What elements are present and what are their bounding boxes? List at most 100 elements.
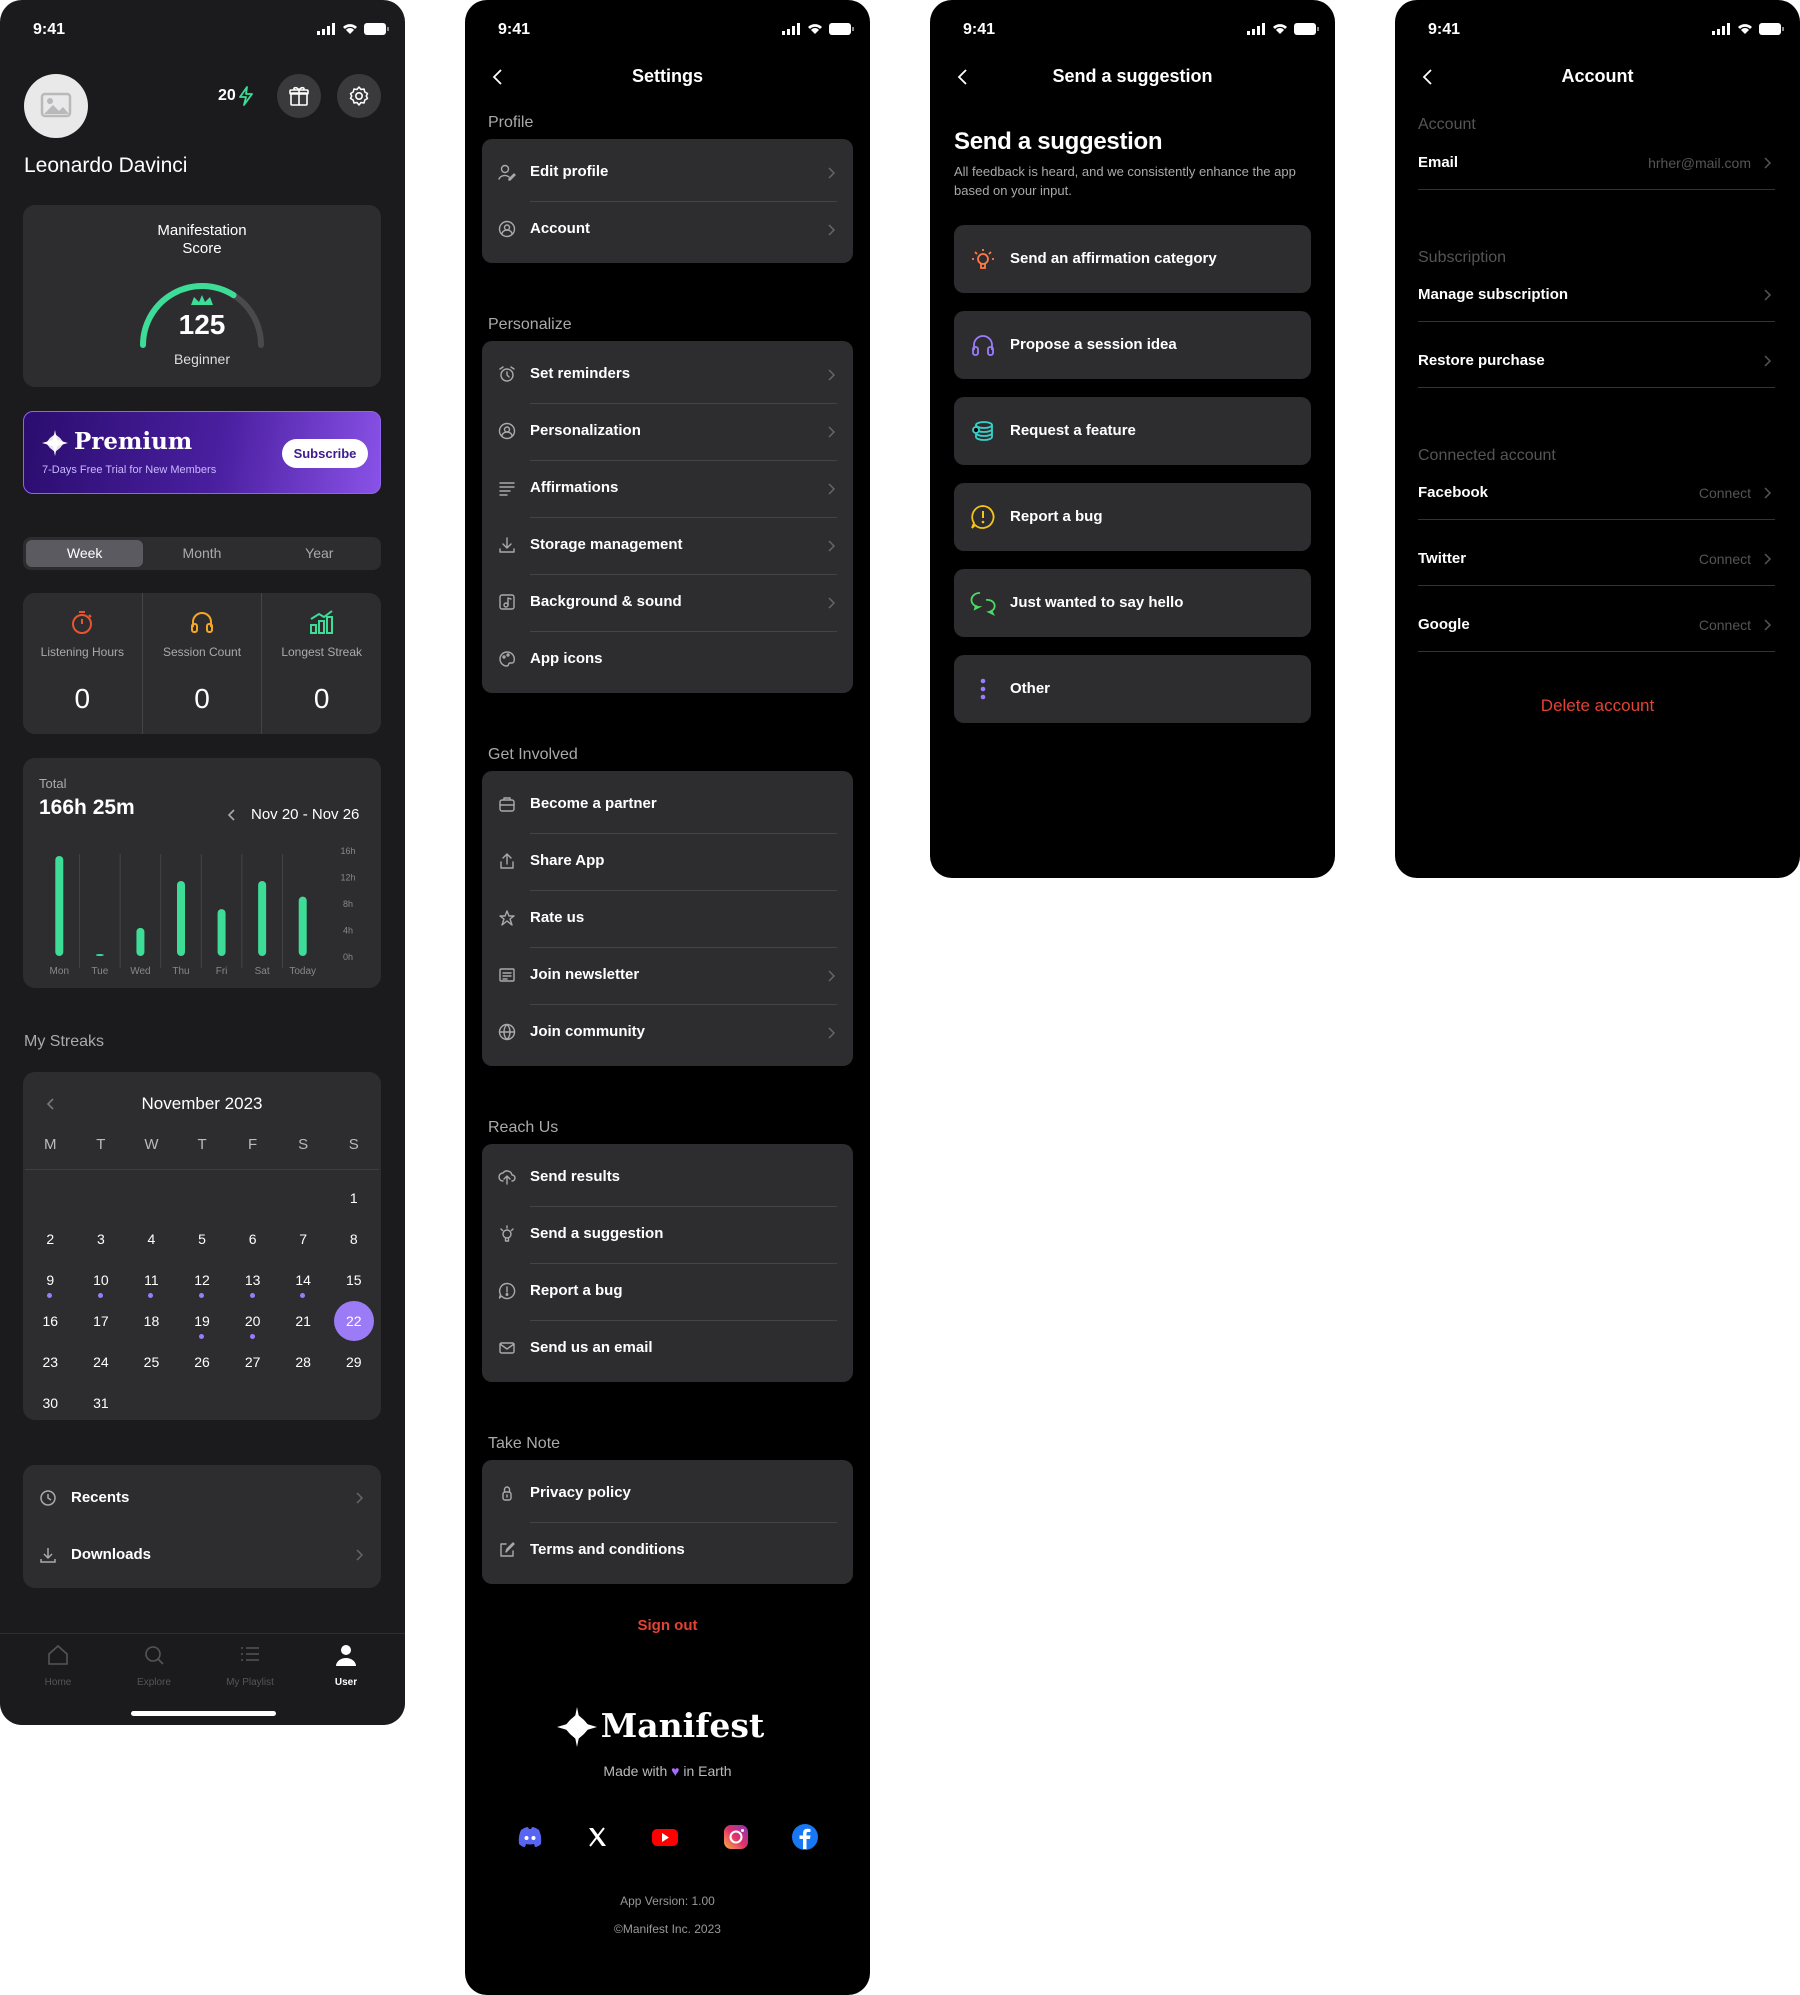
settings-row-become-a-partner[interactable]: Become a partner bbox=[482, 776, 853, 833]
settings-row-send-a-suggestion[interactable]: Send a suggestion bbox=[482, 1206, 853, 1263]
twitter-row[interactable]: Twitter Connect bbox=[1418, 536, 1775, 586]
settings-row-join-newsletter[interactable]: Join newsletter bbox=[482, 947, 853, 1004]
calendar-day[interactable]: 1 bbox=[328, 1178, 379, 1219]
restore-purchase-row[interactable]: Restore purchase bbox=[1418, 338, 1775, 388]
downloads-row[interactable]: Downloads bbox=[23, 1527, 381, 1584]
period-week-tab[interactable]: Week bbox=[26, 540, 144, 567]
manage-subscription-row[interactable]: Manage subscription bbox=[1418, 272, 1775, 322]
delete-account-button[interactable]: Delete account bbox=[1395, 696, 1800, 716]
row-label: Send us an email bbox=[530, 1339, 653, 1356]
tab-user[interactable]: User bbox=[308, 1642, 384, 1688]
settings-row-set-reminders[interactable]: Set reminders bbox=[482, 346, 853, 403]
google-row[interactable]: Google Connect bbox=[1418, 602, 1775, 652]
calendar-day[interactable]: 26 bbox=[177, 1342, 228, 1383]
calendar-day[interactable]: 24 bbox=[76, 1342, 127, 1383]
calendar-day[interactable]: 6 bbox=[227, 1219, 278, 1260]
settings-row-terms-and-conditions[interactable]: Terms and conditions bbox=[482, 1522, 853, 1579]
youtube-icon[interactable] bbox=[650, 1822, 680, 1852]
status-bar: 9:41 bbox=[1395, 0, 1800, 56]
calendar-day[interactable]: 21 bbox=[278, 1301, 329, 1342]
calendar-day[interactable]: 28 bbox=[278, 1342, 329, 1383]
chevron-right-icon bbox=[1764, 355, 1772, 367]
calendar-day[interactable]: 17 bbox=[76, 1301, 127, 1342]
settings-row-affirmations[interactable]: Affirmations bbox=[482, 460, 853, 517]
calendar-day[interactable]: 13 bbox=[227, 1260, 278, 1301]
settings-row-edit-profile[interactable]: Edit profile bbox=[482, 144, 853, 201]
calendar-day[interactable]: 27 bbox=[227, 1342, 278, 1383]
calendar-day[interactable]: 19 bbox=[177, 1301, 228, 1342]
calendar-day[interactable]: 7 bbox=[278, 1219, 329, 1260]
calendar-day[interactable]: 22 bbox=[328, 1301, 379, 1342]
connect-link[interactable]: Connect bbox=[1699, 551, 1751, 567]
gift-button[interactable] bbox=[277, 74, 321, 118]
facebook-icon[interactable] bbox=[790, 1822, 820, 1852]
settings-row-share-app[interactable]: Share App bbox=[482, 833, 853, 890]
weekday-label: F bbox=[248, 1136, 258, 1153]
option-request-feature[interactable]: Request a feature bbox=[954, 397, 1311, 465]
calendar-day[interactable]: 30 bbox=[25, 1383, 76, 1424]
option-session-idea[interactable]: Propose a session idea bbox=[954, 311, 1311, 379]
calendar-day[interactable]: 14 bbox=[278, 1260, 329, 1301]
suggestion-description: All feedback is heard, and we consistent… bbox=[954, 164, 1296, 198]
calendar-day[interactable]: 18 bbox=[126, 1301, 177, 1342]
period-month-tab[interactable]: Month bbox=[143, 540, 260, 567]
recents-row[interactable]: Recents bbox=[23, 1470, 381, 1527]
discord-icon[interactable] bbox=[515, 1822, 545, 1852]
tab-home[interactable]: Home bbox=[20, 1642, 96, 1688]
calendar-day[interactable]: 12 bbox=[177, 1260, 228, 1301]
row-label: Share App bbox=[530, 852, 605, 869]
calendar-day[interactable]: 23 bbox=[25, 1342, 76, 1383]
lightning-icon bbox=[238, 86, 253, 106]
premium-banner[interactable]: Premium 7-Days Free Trial for New Member… bbox=[23, 411, 381, 494]
y-tick-label: 4h bbox=[343, 926, 353, 936]
settings-row-rate-us[interactable]: Rate us bbox=[482, 890, 853, 947]
calendar-day[interactable]: 29 bbox=[328, 1342, 379, 1383]
facebook-row[interactable]: Facebook Connect bbox=[1418, 470, 1775, 520]
email-row[interactable]: Email hrher@mail.com bbox=[1418, 140, 1775, 190]
period-year-tab[interactable]: Year bbox=[261, 540, 378, 567]
option-other[interactable]: Other bbox=[954, 655, 1311, 723]
settings-button[interactable] bbox=[337, 74, 381, 118]
tab-explore[interactable]: Explore bbox=[116, 1642, 192, 1688]
settings-row-privacy-policy[interactable]: Privacy policy bbox=[482, 1465, 853, 1522]
connect-link[interactable]: Connect bbox=[1699, 485, 1751, 501]
settings-row-app-icons[interactable]: App icons bbox=[482, 631, 853, 688]
calendar-day[interactable]: 2 bbox=[25, 1219, 76, 1260]
calendar-day[interactable]: 20 bbox=[227, 1301, 278, 1342]
calendar-day[interactable]: 31 bbox=[76, 1383, 127, 1424]
streak-dot bbox=[249, 1334, 255, 1339]
tab-my-playlist[interactable]: My Playlist bbox=[212, 1642, 288, 1688]
settings-row-storage-management[interactable]: Storage management bbox=[482, 517, 853, 574]
avatar[interactable] bbox=[24, 74, 88, 138]
option-label: Just wanted to say hello bbox=[1010, 594, 1184, 611]
calendar-day[interactable]: 8 bbox=[328, 1219, 379, 1260]
calendar-day[interactable]: 15 bbox=[328, 1260, 379, 1301]
calendar-day[interactable]: 9 bbox=[25, 1260, 76, 1301]
settings-row-account[interactable]: Account bbox=[482, 201, 853, 258]
calendar-day[interactable]: 4 bbox=[126, 1219, 177, 1260]
option-say-hello[interactable]: Just wanted to say hello bbox=[954, 569, 1311, 637]
subscribe-button[interactable]: Subscribe bbox=[282, 439, 368, 468]
settings-row-send-us-an-email[interactable]: Send us an email bbox=[482, 1320, 853, 1377]
settings-row-report-a-bug[interactable]: Report a bug bbox=[482, 1263, 853, 1320]
globe-icon bbox=[498, 1023, 516, 1041]
calendar-day[interactable]: 5 bbox=[177, 1219, 228, 1260]
settings-group: Send results Send a suggestion Report a bu… bbox=[482, 1144, 853, 1382]
sign-out-button[interactable]: Sign out bbox=[465, 1617, 870, 1634]
settings-row-join-community[interactable]: Join community bbox=[482, 1004, 853, 1061]
calendar-day[interactable]: 16 bbox=[25, 1301, 76, 1342]
settings-row-send-results[interactable]: Send results bbox=[482, 1149, 853, 1206]
calendar-day[interactable]: 25 bbox=[126, 1342, 177, 1383]
calendar-day[interactable]: 3 bbox=[76, 1219, 127, 1260]
option-report-bug[interactable]: Report a bug bbox=[954, 483, 1311, 551]
option-affirmation-category[interactable]: Send an affirmation category bbox=[954, 225, 1311, 293]
connect-link[interactable]: Connect bbox=[1699, 617, 1751, 633]
x-icon[interactable] bbox=[582, 1822, 612, 1852]
calendar-day[interactable]: 11 bbox=[126, 1260, 177, 1301]
instagram-icon[interactable] bbox=[721, 1822, 751, 1852]
calendar-day[interactable]: 10 bbox=[76, 1260, 127, 1301]
settings-row-background-sound[interactable]: Background & sound bbox=[482, 574, 853, 631]
lock-icon bbox=[502, 1486, 512, 1501]
settings-row-personalization[interactable]: Personalization bbox=[482, 403, 853, 460]
user-profile-screen: 9:41 Leonardo Davinci 20 Manifestation S… bbox=[0, 0, 405, 1725]
